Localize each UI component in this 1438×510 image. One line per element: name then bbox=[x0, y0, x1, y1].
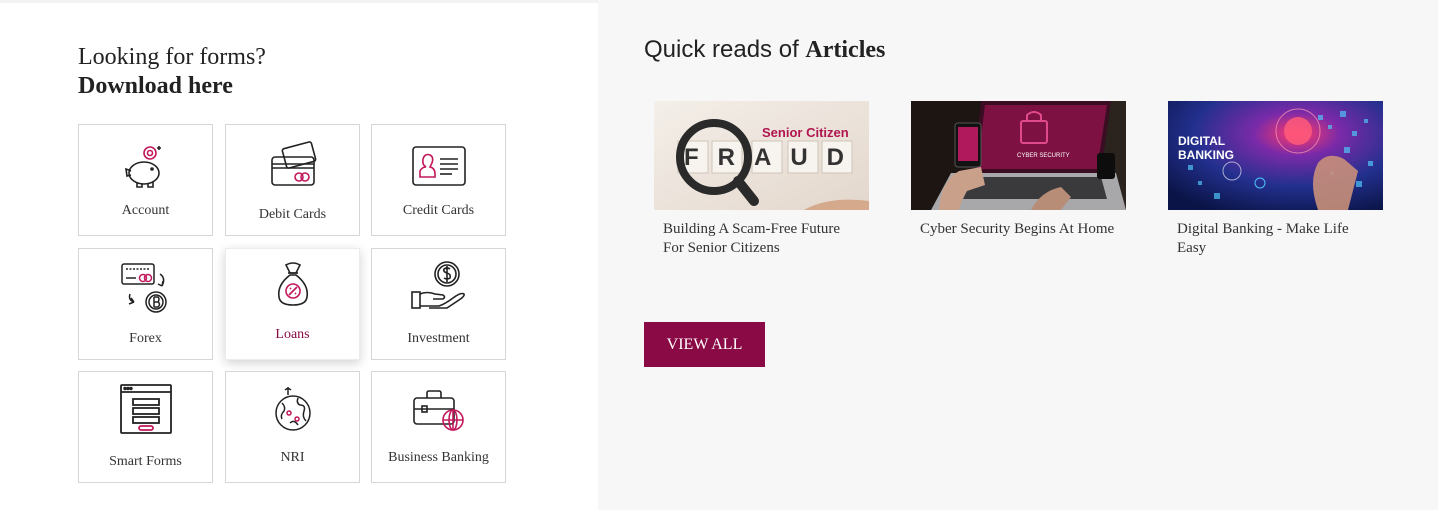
money-bag-icon bbox=[226, 253, 359, 315]
articles-heading-prefix: Quick reads of bbox=[644, 36, 806, 63]
tile-label: Smart Forms bbox=[109, 454, 182, 469]
forms-heading: Looking for forms? Download here bbox=[78, 43, 266, 101]
form-document-icon bbox=[79, 378, 212, 440]
article-title[interactable]: Cyber Security Begins At Home bbox=[911, 220, 1126, 239]
tile-label: NRI bbox=[280, 450, 305, 465]
tile-account[interactable]: Account bbox=[78, 124, 213, 236]
view-all-button[interactable]: VIEW ALL bbox=[644, 322, 765, 367]
forms-section: Looking for forms? Download here Account bbox=[0, 0, 598, 510]
tile-label: Investment bbox=[407, 331, 470, 346]
tile-loans[interactable]: Loans bbox=[225, 248, 360, 360]
articles-heading-bold: Articles bbox=[805, 37, 886, 63]
credit-card-id-icon bbox=[372, 135, 505, 197]
tile-smart-forms[interactable]: Smart Forms bbox=[78, 371, 213, 483]
article-image-digital[interactable]: DIGITAL BANKING bbox=[1168, 101, 1383, 210]
hand-coin-icon bbox=[372, 255, 505, 317]
debit-card-icon bbox=[226, 135, 359, 197]
cyber-image-text: CYBER SECURITY bbox=[1017, 153, 1070, 159]
banking-image-text: BANKING bbox=[1178, 148, 1234, 162]
tile-label: Loans bbox=[275, 327, 310, 342]
article-image-cyber[interactable]: CYBER SECURITY bbox=[911, 101, 1126, 210]
forms-heading-line2: Download here bbox=[78, 73, 233, 99]
tile-label: Business Banking bbox=[388, 450, 489, 465]
articles-heading: Quick reads of Articles bbox=[644, 36, 885, 64]
tile-business-banking[interactable]: Business Banking bbox=[371, 371, 506, 483]
piggy-bank-icon bbox=[79, 135, 212, 197]
article-card[interactable]: FRAUD Senior Citizen Building A Scam-Fre… bbox=[654, 101, 869, 258]
tile-credit-cards[interactable]: Credit Cards bbox=[371, 124, 506, 236]
tile-label: Account bbox=[121, 203, 170, 218]
article-card[interactable]: DIGITAL BANKING Digital Banking - Make L… bbox=[1168, 101, 1383, 258]
tile-forex[interactable]: Forex bbox=[78, 248, 213, 360]
tile-nri[interactable]: NRI bbox=[225, 371, 360, 483]
article-card[interactable]: CYBER SECURITY Cyber Security Begins At … bbox=[911, 101, 1126, 239]
globe-icon bbox=[226, 378, 359, 440]
forex-exchange-icon bbox=[79, 255, 212, 317]
tile-label: Debit Cards bbox=[258, 207, 327, 222]
article-title[interactable]: Building A Scam-Free Future For Senior C… bbox=[654, 220, 869, 258]
tile-investment[interactable]: Investment bbox=[371, 248, 506, 360]
forms-heading-line1: Looking for forms? bbox=[78, 44, 266, 70]
digital-image-text: DIGITAL bbox=[1178, 134, 1225, 148]
tile-label: Forex bbox=[129, 331, 162, 346]
tile-label: Credit Cards bbox=[402, 203, 475, 218]
briefcase-globe-icon bbox=[372, 378, 505, 440]
articles-section: Quick reads of Articles FRAUD Senior Cit… bbox=[598, 0, 1438, 510]
article-title[interactable]: Digital Banking - Make Life Easy bbox=[1168, 220, 1383, 258]
article-image-fraud[interactable]: FRAUD Senior Citizen bbox=[654, 101, 869, 210]
senior-citizen-image-text: Senior Citizen bbox=[762, 125, 849, 140]
tile-debit-cards[interactable]: Debit Cards bbox=[225, 124, 360, 236]
